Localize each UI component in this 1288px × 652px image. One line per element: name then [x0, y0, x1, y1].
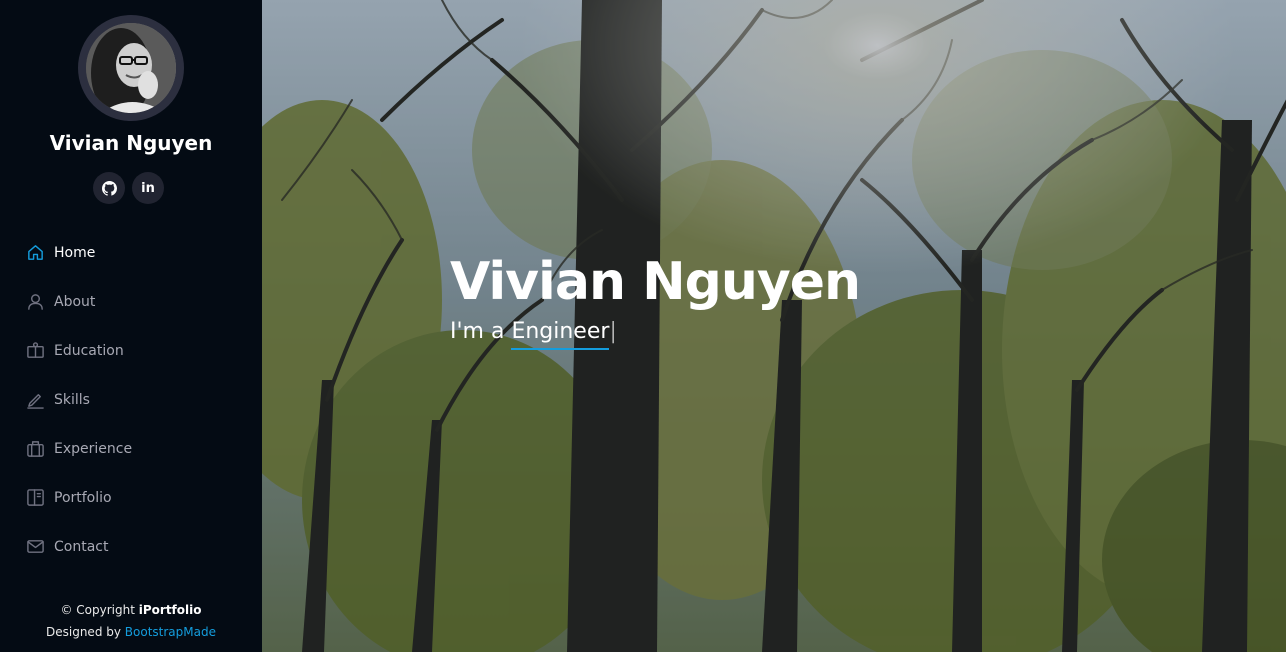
avatar-frame	[78, 15, 184, 121]
credits: Designed by BootstrapMade	[0, 621, 262, 643]
nav-item-portfolio[interactable]: Portfolio	[0, 473, 262, 522]
book-icon	[26, 341, 45, 360]
nav-item-label: Experience	[54, 440, 133, 457]
hero-overlay	[262, 0, 1288, 652]
nav-item-skills[interactable]: Skills	[0, 375, 262, 424]
profile-name: Vivian Nguyen	[49, 131, 213, 155]
nav-item-label: Home	[54, 244, 96, 261]
nav-item-label: Skills	[54, 391, 90, 408]
main-nav: Home About Education Skills Experience P…	[0, 228, 262, 571]
copyright: © Copyright iPortfolio	[0, 599, 262, 621]
hero-subtitle: I'm a Engineer|	[450, 319, 617, 350]
designer-link[interactable]: BootstrapMade	[125, 625, 216, 639]
layout-icon	[26, 488, 45, 507]
linkedin-icon: in	[141, 180, 155, 196]
copyright-prefix: © Copyright	[60, 603, 139, 617]
briefcase-icon	[26, 439, 45, 458]
subtitle-prefix: I'm a	[450, 319, 512, 344]
sidebar-footer: © Copyright iPortfolio Designed by Boots…	[0, 599, 262, 643]
typing-cursor: |	[609, 319, 617, 344]
profile-photo-icon	[86, 23, 176, 113]
avatar[interactable]	[86, 23, 176, 113]
sidebar: Vivian Nguyen in Home About Education Sk…	[0, 0, 262, 652]
nav-item-label: About	[54, 293, 96, 310]
nav-item-home[interactable]: Home	[0, 228, 262, 277]
nav-item-label: Portfolio	[54, 489, 112, 506]
typed-role: Engineer	[511, 319, 610, 350]
home-icon	[26, 243, 45, 262]
nav-item-experience[interactable]: Experience	[0, 424, 262, 473]
brand-name: iPortfolio	[138, 603, 202, 617]
hero-title: Vivian Nguyen	[450, 252, 861, 312]
hero-section: Vivian Nguyen I'm a Engineer|	[262, 0, 1288, 652]
pencil-icon	[26, 390, 45, 409]
nav-item-education[interactable]: Education	[0, 326, 262, 375]
nav-item-contact[interactable]: Contact	[0, 522, 262, 571]
linkedin-link[interactable]: in	[132, 172, 164, 204]
credits-prefix: Designed by	[46, 625, 125, 639]
nav-item-label: Contact	[54, 538, 109, 555]
nav-item-about[interactable]: About	[0, 277, 262, 326]
nav-item-label: Education	[54, 342, 124, 359]
social-links: in	[93, 172, 164, 204]
person-icon	[26, 292, 45, 311]
envelope-icon	[26, 537, 45, 556]
github-icon	[101, 180, 117, 196]
github-link[interactable]	[93, 172, 125, 204]
